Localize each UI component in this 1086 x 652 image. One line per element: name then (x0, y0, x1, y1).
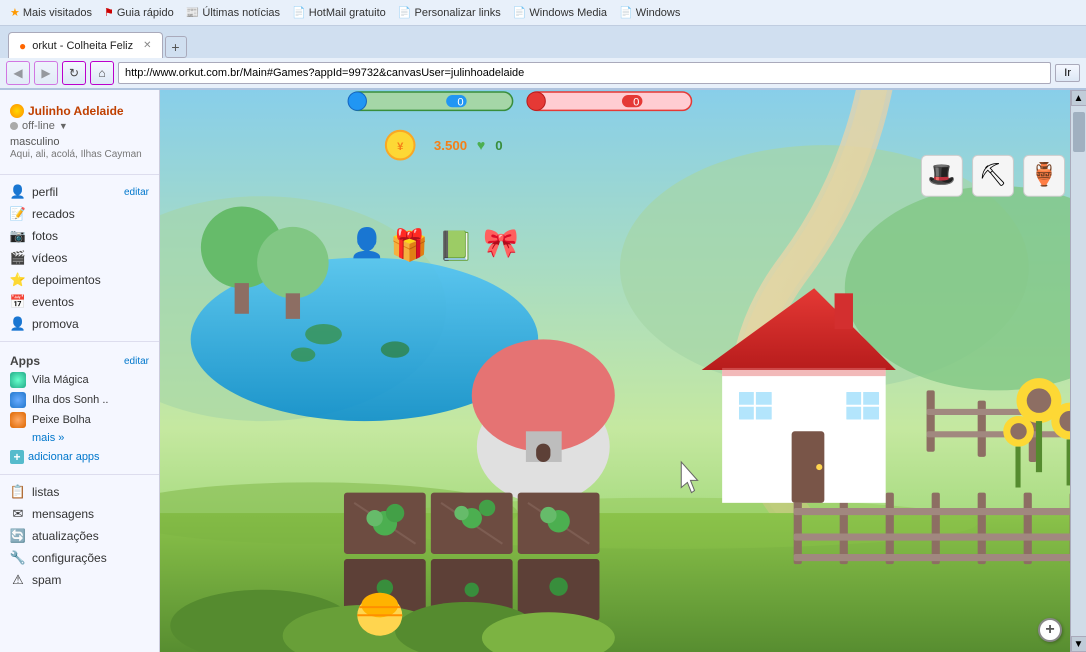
status-dropdown-arrow[interactable]: ▼ (59, 121, 68, 131)
go-button[interactable]: Ir (1055, 64, 1080, 82)
game-canvas: 0 0 ¥ 3.500 ♥ 0 🎩 ⛏ 🏺 LOJA 👥 👤 (160, 90, 1086, 652)
bookmark-mais-visitados[interactable]: ★ Mais visitados (6, 5, 96, 20)
zoom-in-button[interactable]: + (1038, 618, 1062, 642)
tab-bar: ● orkut - Colheita Feliz ✕ + (0, 26, 1086, 58)
tab-title: orkut - Colheita Feliz (32, 40, 133, 52)
mensagens-icon: ✉ (10, 506, 26, 522)
bookmark-windows-media[interactable]: 📄 Windows Media (509, 5, 611, 20)
sidebar-item-videos[interactable]: 🎬 vídeos (0, 247, 159, 269)
refresh-button[interactable]: ↻ (62, 61, 86, 85)
fotos-icon: 📷 (10, 228, 26, 244)
sidebar-item-recados[interactable]: 📝 recados (0, 203, 159, 225)
sidebar: Julinho Adelaide off-line ▼ masculino Aq… (0, 90, 160, 652)
promova-icon: 👤 (10, 316, 26, 332)
svg-text:0: 0 (495, 138, 502, 153)
videos-icon: 🎬 (10, 250, 26, 266)
back-button[interactable]: ◀ (6, 61, 30, 85)
vila-magica-icon (10, 372, 26, 388)
profile-status: off-line ▼ (10, 120, 149, 132)
active-tab[interactable]: ● orkut - Colheita Feliz ✕ (8, 32, 163, 58)
bookmarks-bar: ★ Mais visitados ⚑ Guia rápido 📰 Últimas… (0, 0, 1086, 26)
svg-text:♥: ♥ (477, 138, 486, 154)
forward-button[interactable]: ▶ (34, 61, 58, 85)
perfil-edit-link[interactable]: editar (124, 187, 149, 198)
sidebar-item-listas[interactable]: 📋 listas (0, 481, 159, 503)
svg-text:👤: 👤 (349, 226, 385, 259)
avatar (10, 104, 24, 118)
scrollbar-vertical[interactable]: ▲ ▼ (1070, 90, 1086, 652)
ilha-sonhos-icon (10, 392, 26, 408)
sidebar-item-configuracoes[interactable]: 🔧 configurações (0, 547, 159, 569)
svg-text:📗: 📗 (438, 230, 474, 263)
divider-2 (0, 341, 159, 342)
divider-1 (0, 174, 159, 175)
profile-location: Aqui, ali, acolá, Ilhas Cayman (10, 148, 149, 162)
apps-section-title: Apps editar (0, 348, 159, 370)
scroll-up-button[interactable]: ▲ (1071, 90, 1086, 106)
svg-text:🎩: 🎩 (928, 162, 956, 187)
add-apps-item[interactable]: + adicionar apps (0, 446, 159, 468)
sidebar-item-atualizacoes[interactable]: 🔄 atualizações (0, 525, 159, 547)
spam-icon: ⚠ (10, 572, 26, 588)
eventos-icon: 📅 (10, 294, 26, 310)
svg-text:0: 0 (633, 96, 639, 108)
profile-gender: masculino (10, 136, 149, 148)
tab-close-button[interactable]: ✕ (143, 40, 151, 51)
svg-text:¥: ¥ (397, 141, 404, 153)
status-dot (10, 122, 18, 130)
sidebar-item-depoimentos[interactable]: ⭐ depoimentos (0, 269, 159, 291)
atualizacoes-icon: 🔄 (10, 528, 26, 544)
scroll-down-button[interactable]: ▼ (1071, 636, 1086, 652)
bookmark-personalizar[interactable]: 📄 Personalizar links (394, 5, 505, 20)
app-item-peixe-bolha[interactable]: Peixe Bolha (0, 410, 159, 430)
configuracoes-icon: 🔧 (10, 550, 26, 566)
apps-edit-link[interactable]: editar (124, 356, 149, 367)
perfil-icon: 👤 (10, 184, 26, 200)
scroll-thumb[interactable] (1073, 112, 1085, 152)
sidebar-item-spam[interactable]: ⚠ spam (0, 569, 159, 591)
sidebar-item-perfil[interactable]: 👤 perfil editar (0, 181, 159, 203)
nav-bar: ◀ ▶ ↻ ⌂ Ir (0, 58, 1086, 90)
svg-text:0: 0 (457, 96, 463, 108)
home-button[interactable]: ⌂ (90, 61, 114, 85)
svg-text:⛏: ⛏ (979, 162, 1008, 187)
address-bar[interactable] (118, 62, 1051, 84)
svg-text:🎁: 🎁 (390, 228, 428, 263)
bookmark-hotmail[interactable]: 📄 HotMail gratuito (288, 5, 390, 20)
svg-text:🏺: 🏺 (1030, 161, 1058, 187)
svg-text:🎀: 🎀 (483, 227, 519, 259)
sidebar-item-eventos[interactable]: 📅 eventos (0, 291, 159, 313)
sidebar-item-fotos[interactable]: 📷 fotos (0, 225, 159, 247)
bookmark-guia-rapido[interactable]: ⚑ Guia rápido (100, 5, 178, 20)
depoimentos-icon: ⭐ (10, 272, 26, 288)
sidebar-item-mensagens[interactable]: ✉ mensagens (0, 503, 159, 525)
profile-name: Julinho Adelaide (10, 104, 149, 118)
sidebar-item-promova[interactable]: 👤 promova (0, 313, 159, 335)
bookmark-windows[interactable]: 📄 Windows (615, 5, 684, 20)
divider-3 (0, 474, 159, 475)
add-apps-icon: + (10, 450, 24, 464)
tab-icon: ● (19, 39, 26, 53)
recados-icon: 📝 (10, 206, 26, 222)
listas-icon: 📋 (10, 484, 26, 500)
app-item-vila-magica[interactable]: Vila Mágica (0, 370, 159, 390)
bookmark-ultimas-noticias[interactable]: 📰 Últimas notícias (182, 5, 284, 20)
peixe-bolha-icon (10, 412, 26, 428)
svg-text:3.500: 3.500 (434, 138, 467, 153)
main-layout: Julinho Adelaide off-line ▼ masculino Aq… (0, 90, 1086, 652)
profile-section: Julinho Adelaide off-line ▼ masculino Aq… (0, 98, 159, 168)
game-area[interactable]: 0 0 ¥ 3.500 ♥ 0 🎩 ⛏ 🏺 LOJA 👥 👤 (160, 90, 1086, 652)
new-tab-button[interactable]: + (165, 36, 187, 58)
mais-link[interactable]: mais » (0, 430, 159, 446)
app-item-ilha-sonhos[interactable]: Ilha dos Sonh .. (0, 390, 159, 410)
